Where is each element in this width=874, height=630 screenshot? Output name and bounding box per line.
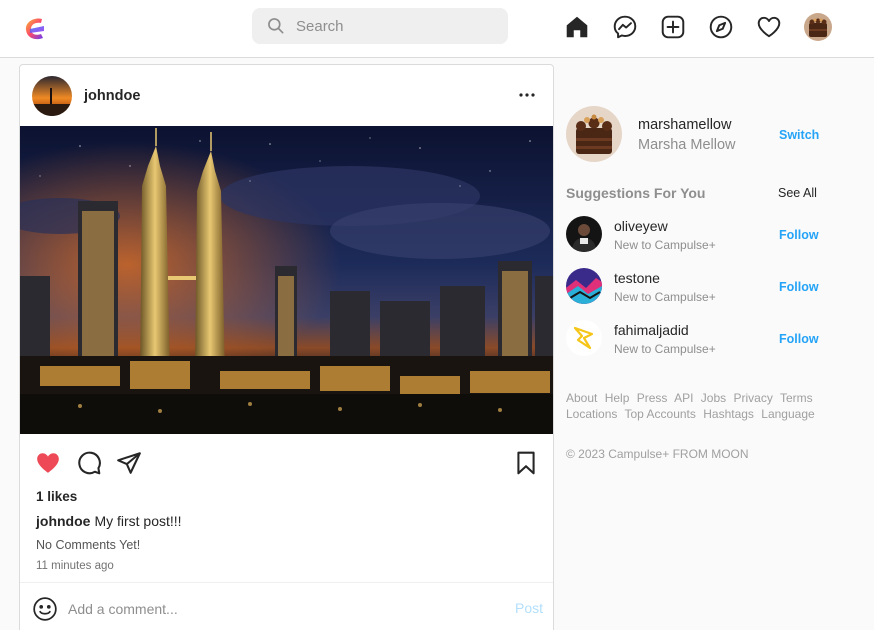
post-comment-button[interactable]: Post xyxy=(515,600,543,616)
nav-icons xyxy=(564,13,832,41)
person-avatar-image xyxy=(566,216,602,252)
search-input[interactable] xyxy=(296,17,496,35)
suggestion-subtitle: New to Campulse+ xyxy=(614,238,716,252)
footer-link-press[interactable]: Press xyxy=(637,391,668,405)
post-author-avatar[interactable] xyxy=(32,75,72,116)
post-actions xyxy=(20,434,553,488)
suggestion-item: oliveyew New to Campulse+ Follow xyxy=(566,216,856,256)
suggestion-username[interactable]: fahimaljadid xyxy=(614,322,689,338)
suggestion-avatar[interactable] xyxy=(566,268,602,304)
footer-link-privacy[interactable]: Privacy xyxy=(733,391,772,405)
post-author-username[interactable]: johndoe xyxy=(84,88,140,104)
footer-link-locations[interactable]: Locations xyxy=(566,407,617,421)
comment-bar: Post xyxy=(20,582,553,630)
logo-avatar-image xyxy=(566,320,602,356)
footer-link-api[interactable]: API xyxy=(674,391,693,405)
comments-status: No Comments Yet! xyxy=(36,538,141,552)
likes-count[interactable]: 1 likes xyxy=(36,489,77,504)
messages-button[interactable] xyxy=(612,14,638,40)
bookmark-icon[interactable] xyxy=(513,450,539,476)
new-post-button[interactable] xyxy=(660,14,686,40)
follow-button[interactable]: Follow xyxy=(779,228,819,242)
caption-username[interactable]: johndoe xyxy=(36,513,90,529)
current-user-profile: marshamellow Marsha Mellow Switch xyxy=(566,106,856,164)
home-icon xyxy=(566,16,588,38)
switch-account-button[interactable]: Switch xyxy=(779,128,819,142)
current-username[interactable]: marshamellow xyxy=(638,117,731,133)
follow-button[interactable]: Follow xyxy=(779,280,819,294)
footer-link-terms[interactable]: Terms xyxy=(780,391,813,405)
top-navbar xyxy=(0,0,874,58)
footer-link-help[interactable]: Help xyxy=(605,391,630,405)
share-icon[interactable] xyxy=(116,450,142,476)
post-card: johndoe 1 likes johndoe My first post!!!… xyxy=(19,64,554,630)
cake-avatar-image xyxy=(566,106,622,162)
add-post-icon xyxy=(661,15,685,39)
copyright-text: © 2023 Campulse+ FROM MOON xyxy=(566,447,749,461)
footer-link-language[interactable]: Language xyxy=(761,407,814,421)
current-user-avatar[interactable] xyxy=(566,106,622,162)
suggestion-avatar[interactable] xyxy=(566,320,602,356)
suggestion-item: fahimaljadid New to Campulse+ Follow xyxy=(566,320,856,360)
footer-link-top-accounts[interactable]: Top Accounts xyxy=(625,407,696,421)
suggestion-avatar[interactable] xyxy=(566,216,602,252)
suggestion-username[interactable]: testone xyxy=(614,270,660,286)
current-fullname: Marsha Mellow xyxy=(638,137,736,153)
footer-links: About Help Press API Jobs Privacy Terms … xyxy=(566,390,866,422)
footer-link-hashtags[interactable]: Hashtags xyxy=(703,407,754,421)
suggestion-subtitle: New to Campulse+ xyxy=(614,290,716,304)
suggestion-item: testone New to Campulse+ Follow xyxy=(566,268,856,308)
post-caption: johndoe My first post!!! xyxy=(36,513,182,529)
suggestion-username[interactable]: oliveyew xyxy=(614,218,668,234)
footer-link-jobs[interactable]: Jobs xyxy=(701,391,726,405)
see-all-link[interactable]: See All xyxy=(778,186,817,200)
search-bar[interactable] xyxy=(252,8,508,44)
explore-button[interactable] xyxy=(708,14,734,40)
follow-button[interactable]: Follow xyxy=(779,332,819,346)
suggestions-title: Suggestions For You xyxy=(566,185,706,201)
suggestion-subtitle: New to Campulse+ xyxy=(614,342,716,356)
post-header: johndoe xyxy=(20,65,553,126)
activity-button[interactable] xyxy=(756,14,782,40)
comment-icon[interactable] xyxy=(76,450,102,476)
more-options-icon[interactable] xyxy=(517,85,537,105)
campulse-logo[interactable] xyxy=(22,16,48,42)
cake-avatar-image xyxy=(804,13,832,41)
caption-text: My first post!!! xyxy=(94,513,182,529)
post-image[interactable] xyxy=(20,126,554,434)
profile-avatar-nav[interactable] xyxy=(804,13,832,41)
sunset-avatar-image xyxy=(32,75,72,116)
explore-icon xyxy=(709,15,733,39)
search-icon xyxy=(268,18,284,34)
footer-link-about[interactable]: About xyxy=(566,391,597,405)
like-heart-icon[interactable] xyxy=(35,450,61,476)
emoji-icon[interactable] xyxy=(32,596,58,622)
comment-input[interactable] xyxy=(68,601,488,617)
pattern-avatar-image xyxy=(566,268,602,304)
heart-icon xyxy=(757,16,781,38)
messenger-icon xyxy=(613,15,637,39)
post-timestamp: 11 minutes ago xyxy=(36,560,114,572)
home-button[interactable] xyxy=(564,14,590,40)
